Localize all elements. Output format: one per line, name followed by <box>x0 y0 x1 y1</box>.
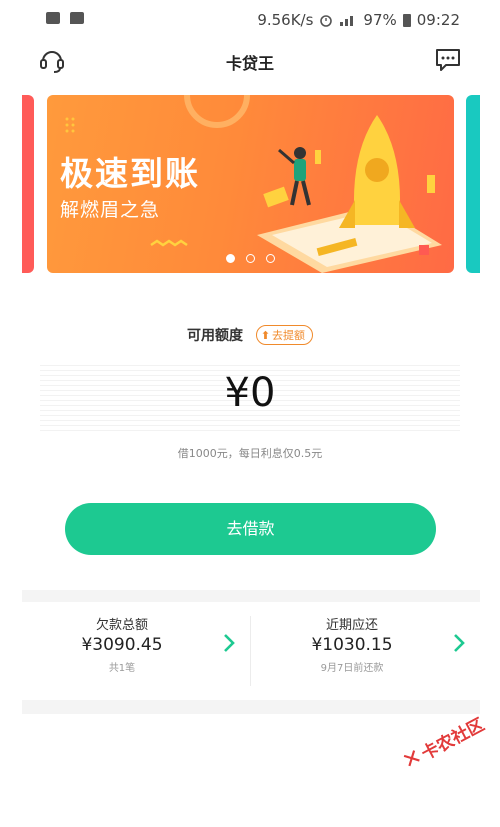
section-divider <box>22 590 480 602</box>
section-divider <box>22 700 480 714</box>
message-icon <box>70 12 84 24</box>
total-debt-value: ¥3090.45 <box>81 635 163 655</box>
battery-icon <box>402 13 411 27</box>
signal-icon <box>340 16 354 26</box>
raise-limit-button[interactable]: ⬆ 去提额 <box>255 325 314 345</box>
carousel-dot[interactable] <box>266 254 276 263</box>
gallery-icon <box>46 12 60 24</box>
battery-percent: 97% <box>363 11 397 29</box>
banner-title: 极速到账 <box>60 154 200 193</box>
interest-hint: 借1000元，每日利息仅0.5元 <box>177 447 323 460</box>
arrow-up-icon: ⬆ <box>260 328 271 342</box>
banner-carousel[interactable]: 极速到账 解燃眉之急 <box>0 93 500 275</box>
total-debt-count: 共1笔 <box>108 663 136 674</box>
upcoming-repayment-card[interactable]: 近期应还 ¥1030.15 9月7日前还款 <box>252 602 452 700</box>
limit-label: 可用额度 <box>186 328 243 344</box>
status-bar: 9.56K/s 97% 09:22 <box>0 0 500 42</box>
banner-subtitle: 解燃眉之急 <box>60 199 161 221</box>
network-speed: 9.56K/s <box>257 11 314 29</box>
available-amount: ¥0 <box>224 370 276 416</box>
banner-prev-peek[interactable] <box>22 95 34 273</box>
chat-icon[interactable] <box>434 46 462 74</box>
page-title: 卡贷王 <box>225 54 274 73</box>
total-debt-label: 欠款总额 <box>95 618 148 633</box>
carousel-dots <box>47 248 454 267</box>
title-bar: 卡贷王 <box>0 42 500 80</box>
alarm-icon <box>320 15 333 27</box>
limit-header: 可用额度 ⬆ 去提额 <box>0 325 500 345</box>
banner-slide[interactable]: 极速到账 解燃眉之急 <box>47 95 454 273</box>
watermark: ✕卡农社区 <box>398 707 500 805</box>
chevron-right-icon[interactable] <box>448 628 470 658</box>
banner-next-peek[interactable] <box>466 95 480 273</box>
borrow-button[interactable]: 去借款 <box>65 503 436 555</box>
chevron-right-icon[interactable] <box>218 628 240 658</box>
carousel-dot[interactable] <box>225 254 235 263</box>
debt-summary: 欠款总额 ¥3090.45 共1笔 近期应还 ¥1030.15 9月7日前还款 <box>22 602 480 700</box>
watermark-text: 卡农社区 <box>418 714 488 765</box>
upcoming-repayment-label: 近期应还 <box>325 618 378 633</box>
summary-divider <box>250 616 251 686</box>
raise-limit-label: 去提额 <box>272 329 306 342</box>
repayment-deadline: 9月7日前还款 <box>320 663 384 674</box>
total-debt-card[interactable]: 欠款总额 ¥3090.45 共1笔 <box>22 602 222 700</box>
upcoming-repayment-value: ¥1030.15 <box>311 635 393 655</box>
clock: 09:22 <box>416 11 460 29</box>
carousel-dot[interactable] <box>246 254 255 263</box>
